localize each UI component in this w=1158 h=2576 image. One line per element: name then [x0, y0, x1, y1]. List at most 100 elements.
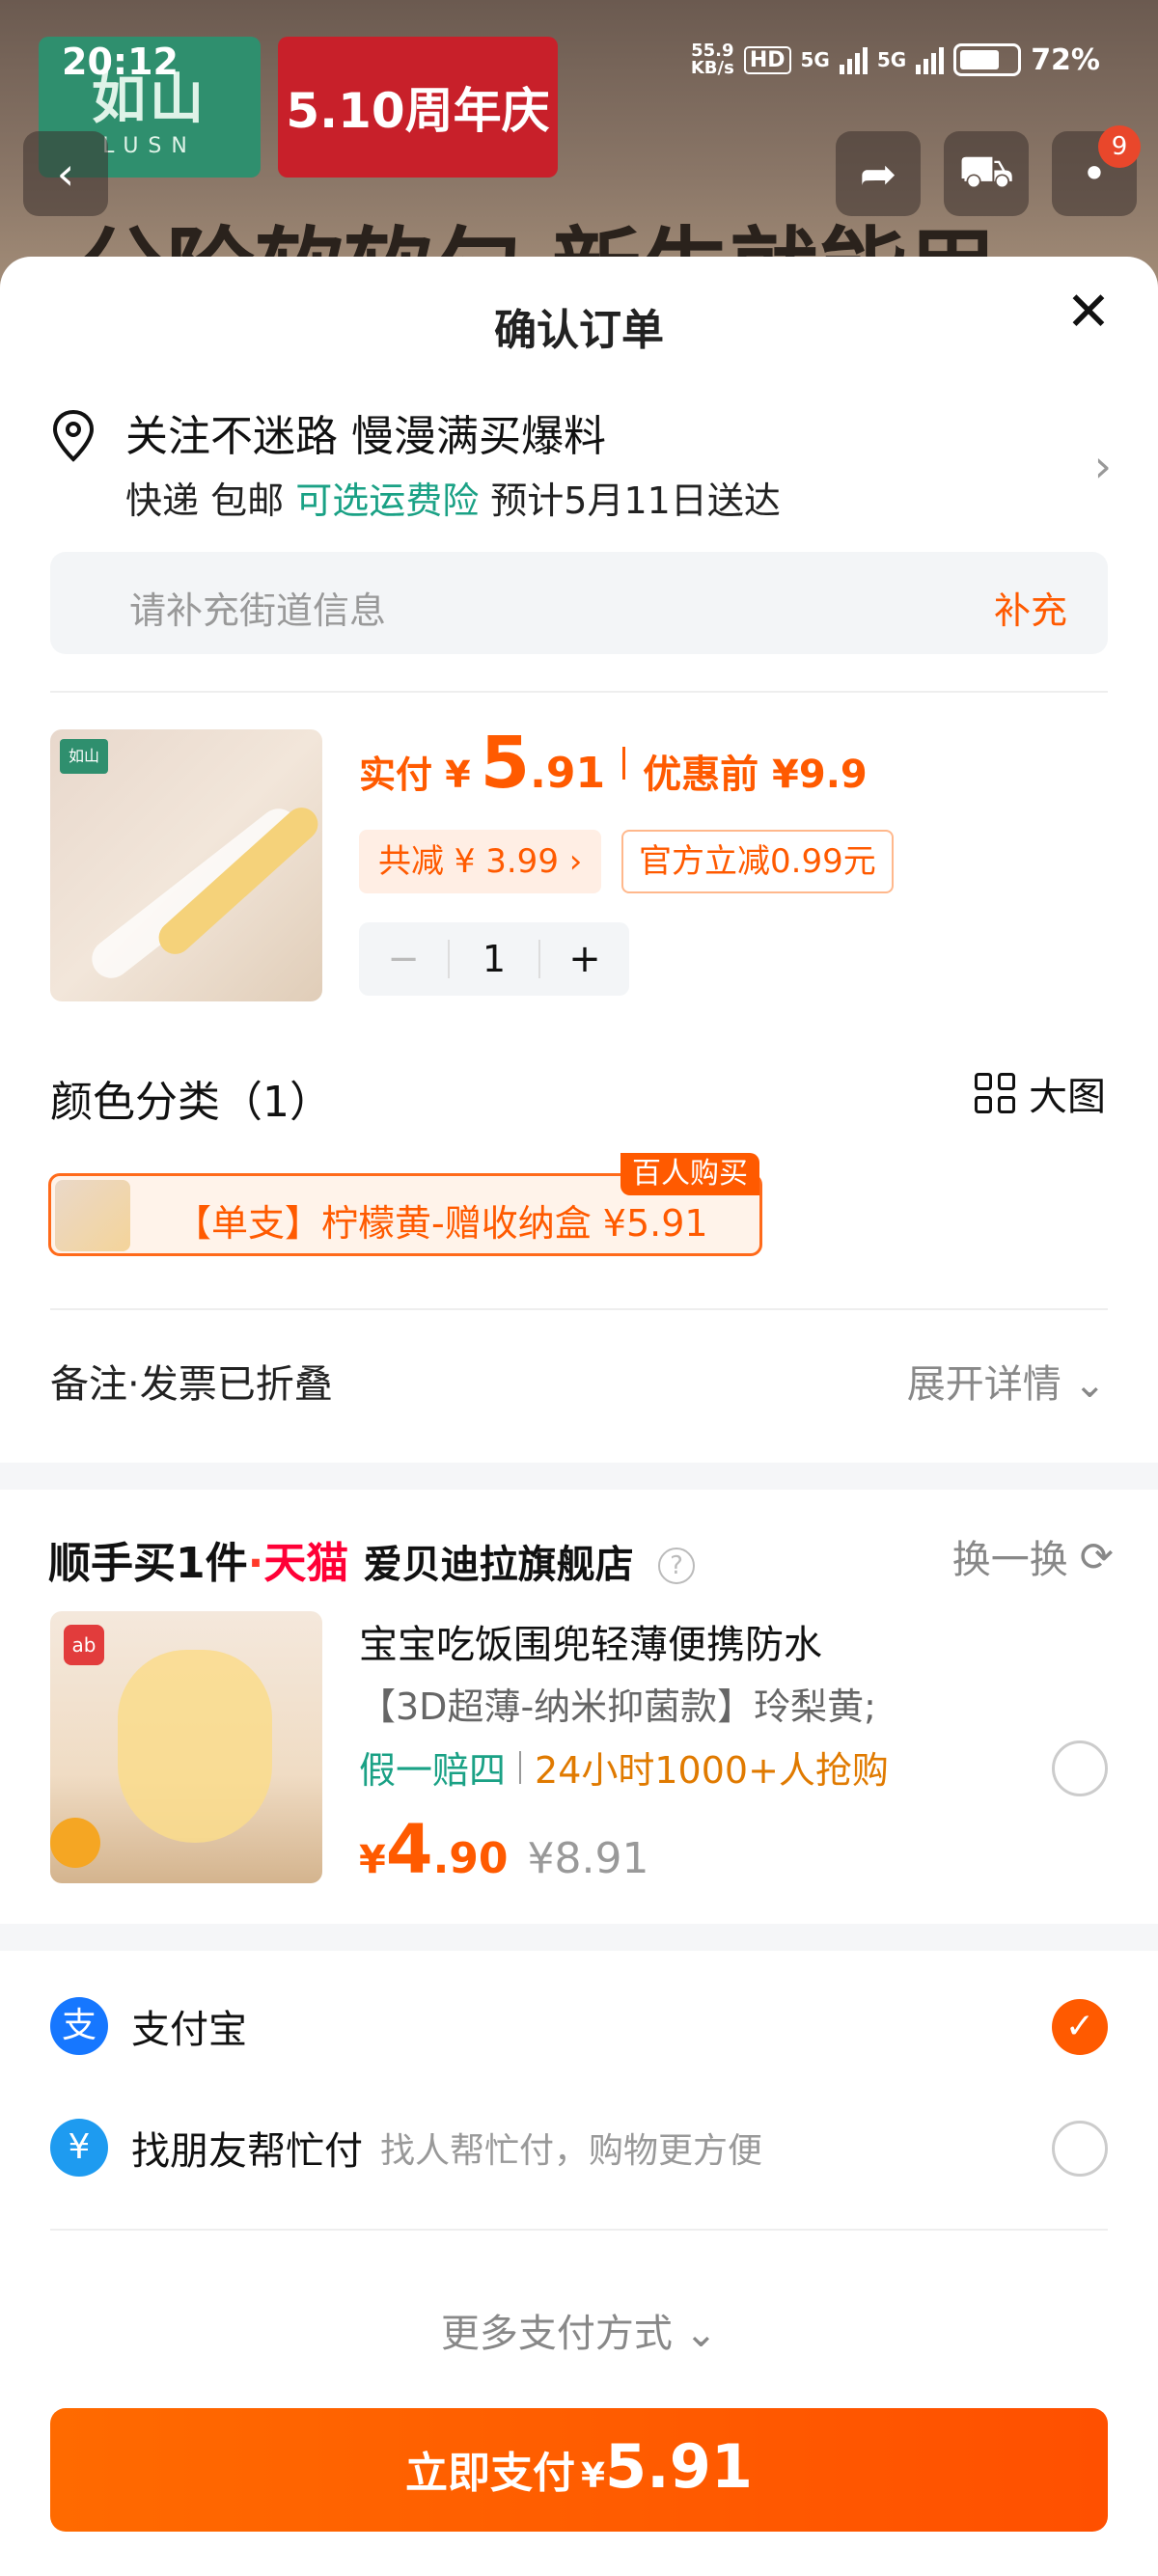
pay-now-label: 立即支付	[404, 2449, 575, 2498]
product-brand-mark: 如山	[60, 739, 108, 774]
product-image[interactable]: 如山	[50, 729, 322, 1001]
chevron-right-icon: ›	[1093, 440, 1112, 492]
street-info-field[interactable]: 请补充街道信息 补充	[50, 552, 1108, 654]
popular-badge: 百人购买	[620, 1153, 759, 1195]
variant-chip-selected[interactable]: 【单支】柠檬黄-赠收纳盒 ¥5.91 百人购买	[48, 1153, 762, 1256]
delivery-eta: 预计5月11日送达	[490, 480, 781, 522]
divider	[50, 2229, 1108, 2231]
back-arrow-icon: ‹	[56, 148, 75, 200]
share-icon: ➦	[859, 148, 897, 200]
help-icon[interactable]: ?	[658, 1548, 695, 1584]
paid-label: 实付 ¥	[359, 754, 471, 796]
street-placeholder: 请补充街道信息	[129, 589, 387, 632]
net-label-1: 5G	[800, 48, 830, 71]
expand-label: 展开详情	[906, 1362, 1062, 1407]
orange-slice-shape	[50, 1818, 100, 1868]
addon-dot: ·	[247, 1539, 264, 1588]
store-name[interactable]: 爱贝迪拉旗舰店	[364, 1543, 634, 1587]
price-separator	[622, 747, 626, 780]
increase-button[interactable]: +	[540, 937, 629, 981]
delivery-method: 快递 包邮	[125, 480, 285, 522]
pay-now-symbol: ¥	[580, 2456, 606, 2496]
network-speed: 55.9 KB/s	[691, 42, 734, 77]
swap-label: 换一换	[951, 1538, 1068, 1582]
battery-percent: 72%	[1031, 42, 1100, 77]
status-time: 20:12	[62, 41, 179, 83]
variant-thumbnail	[55, 1180, 130, 1251]
big-image-toggle[interactable]: 大图	[975, 1065, 1106, 1121]
addon-product-image[interactable]: ab	[50, 1611, 322, 1883]
quantity-value[interactable]: 1	[448, 940, 540, 978]
signal-icon-2	[916, 45, 945, 74]
addon-header: 顺手买1件·天猫 爱贝迪拉旗舰店 ?	[48, 1528, 695, 1590]
swap-button[interactable]: 换一换 ⟳	[952, 1528, 1114, 1584]
addon-price-dec: .90	[432, 1834, 509, 1883]
alipay-radio-checked[interactable]: ✓	[1052, 1999, 1108, 2055]
alipay-label: 支付宝	[131, 2008, 247, 2052]
speed-unit: KB/s	[690, 58, 734, 78]
remark-invoice-label: 备注·发票已折叠	[50, 1362, 333, 1407]
address-section[interactable]: 关注不迷路 慢漫满买爆料 快递 包邮 可选运费险 预计5月11日送达 ›	[50, 401, 1112, 536]
addon-brand: 顺手买1件	[48, 1539, 248, 1588]
more-button[interactable]: • 9	[1052, 125, 1141, 216]
confirm-order-sheet: 确认订单 ✕ 关注不迷路 慢漫满买爆料 快递 包邮 可选运费险 预计5月11日送…	[0, 257, 1158, 2576]
cart-button[interactable]: ⛟	[944, 131, 1029, 216]
friend-pay-label: 找朋友帮忙付	[131, 2129, 363, 2174]
big-image-label: 大图	[1029, 1075, 1106, 1119]
location-pin-icon	[52, 409, 95, 462]
paid-dec: .91	[530, 749, 606, 798]
close-button[interactable]: ✕	[1062, 286, 1116, 340]
expand-details-button[interactable]: 展开详情 ⌄	[907, 1353, 1106, 1409]
friend-pay-radio[interactable]	[1052, 2121, 1108, 2177]
section-gap	[0, 1924, 1158, 1951]
back-button[interactable]: ‹	[23, 131, 108, 216]
addon-tags: 假一赔四 24小时1000+人抢购	[359, 1740, 889, 1794]
bib-shape	[118, 1650, 272, 1843]
delivery-info: 快递 包邮 可选运费险 预计5月11日送达	[125, 471, 781, 524]
payment-option-alipay[interactable]: 支 支付宝	[50, 1997, 247, 2055]
addon-price-int: 4	[385, 1810, 433, 1889]
tag-separator	[519, 1750, 522, 1784]
checkmark-icon: ✓	[1064, 2007, 1095, 2046]
cart-count-badge: 9	[1098, 125, 1141, 168]
shipping-insurance-link[interactable]: 可选运费险	[295, 480, 479, 522]
friend-pay-icon: ¥	[50, 2119, 108, 2177]
alipay-icon: 支	[50, 1997, 108, 2055]
total-discount-tag[interactable]: 共减 ¥ 3.99 ›	[359, 830, 602, 893]
payment-option-friend[interactable]: ¥ 找朋友帮忙付 找人帮忙付，购物更方便	[50, 2119, 762, 2177]
variant-label: 【单支】柠檬黄-赠收纳盒 ¥5.91	[175, 1202, 708, 1245]
status-bar: 20:12 55.9 KB/s HD 5G 5G 72%	[0, 0, 1158, 82]
addon-select-radio[interactable]	[1052, 1740, 1108, 1796]
signal-icon	[839, 45, 868, 74]
decrease-button[interactable]: −	[359, 937, 448, 981]
paid-int: 5	[480, 722, 531, 805]
more-payment-methods[interactable]: 更多支付方式 ⌄	[0, 2302, 1158, 2358]
brand-logo-sub: LUSN	[102, 134, 197, 158]
hd-icon: HD	[743, 45, 791, 74]
supplement-button[interactable]: 补充	[994, 581, 1067, 634]
pay-now-button[interactable]: 立即支付 ¥ 5.91	[50, 2408, 1108, 2532]
guarantee-tag: 假一赔四	[359, 1749, 507, 1792]
hot-sales-tag: 24小时1000+人抢购	[535, 1749, 889, 1792]
section-gap	[0, 1463, 1158, 1490]
close-icon: ✕	[1065, 281, 1112, 343]
address-name: 关注不迷路 慢漫满买爆料	[125, 412, 606, 461]
addon-original-price: ¥8.91	[527, 1834, 649, 1883]
pay-now-amount: 5.91	[605, 2431, 754, 2502]
friend-pay-sub: 找人帮忙付，购物更方便	[380, 2131, 763, 2171]
sheet-title: 确认订单	[494, 306, 664, 355]
price-before-discount: 优惠前 ¥9.9	[643, 753, 868, 797]
color-category-header: 颜色分类（1）	[50, 1078, 332, 1127]
addon-title[interactable]: 宝宝吃饭围兜轻薄便携防水	[359, 1613, 822, 1669]
addon-price-symbol: ¥	[359, 1838, 386, 1882]
paid-price: 实付 ¥ 5 .91 优惠前 ¥9.9	[359, 722, 868, 805]
addon-spec: 【3D超薄-纳米抑菌款】玲梨黄;	[359, 1685, 876, 1728]
addon-brand-logo-icon: ab	[64, 1625, 104, 1665]
cart-icon: ⛟	[958, 145, 1014, 197]
grid-icon	[975, 1073, 1015, 1113]
net-label-2: 5G	[876, 48, 907, 71]
addon-price: ¥ 4 .90 ¥8.91	[359, 1810, 648, 1889]
status-icons: 55.9 KB/s HD 5G 5G 72%	[691, 42, 1100, 77]
share-button[interactable]: ➦	[836, 131, 921, 216]
divider	[50, 1308, 1108, 1310]
